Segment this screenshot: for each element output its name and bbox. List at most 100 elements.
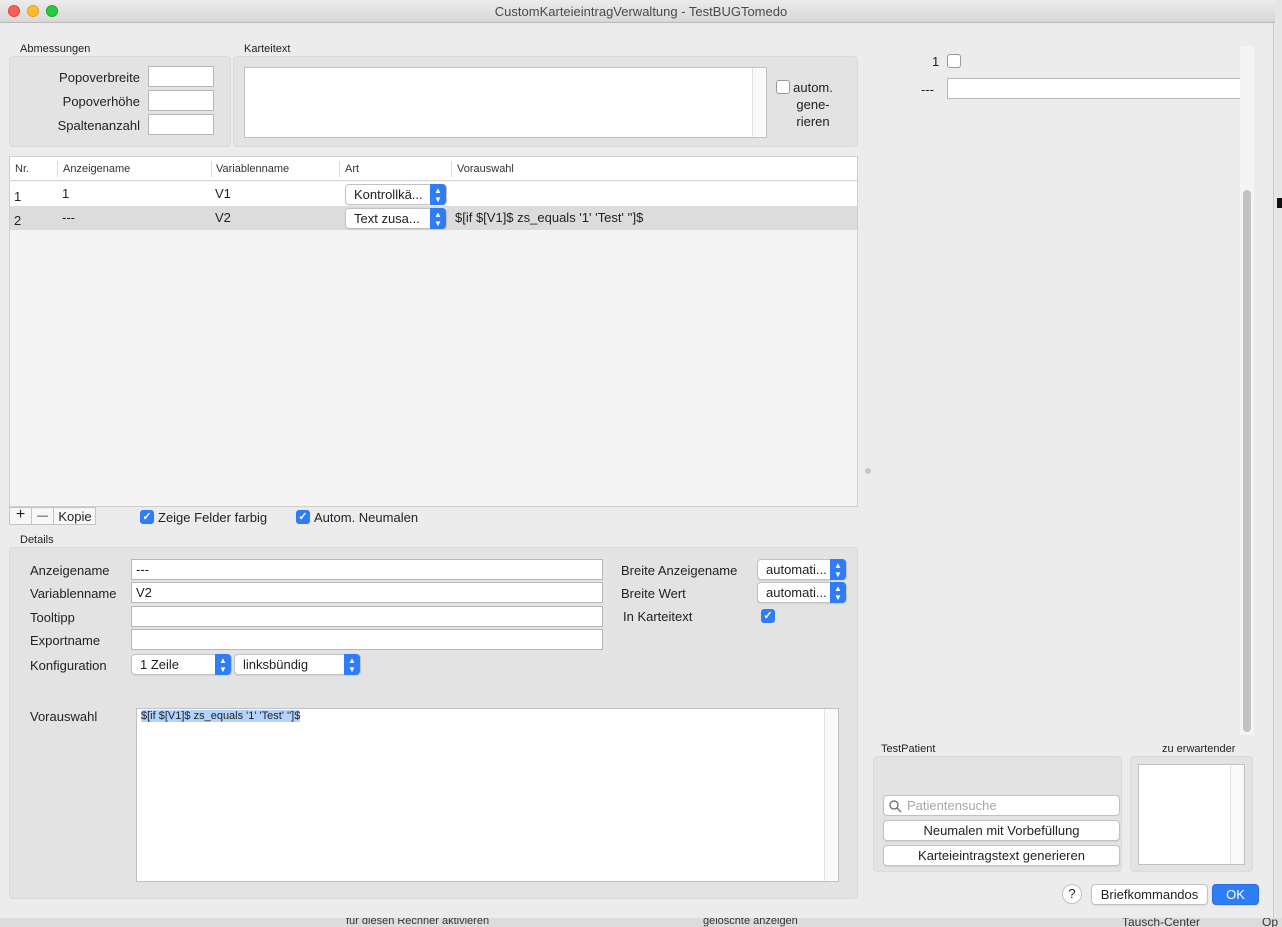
exportname-label: Exportname — [30, 633, 101, 648]
background-window-item: Tausch-Center — [1122, 918, 1201, 927]
popoverhoehe-field[interactable] — [148, 90, 214, 111]
column-header-anzeigename[interactable]: Anzeigename — [63, 163, 130, 175]
row-nr: 2 — [14, 213, 22, 228]
karteieintragstext-generieren-button[interactable]: Karteieintragstext generieren — [883, 845, 1120, 866]
zu-erwartender-section-label: zu erwartender — [1162, 743, 1236, 755]
split-view-handle[interactable] — [865, 468, 871, 474]
patient-search-placeholder: Patientensuche — [907, 798, 997, 813]
anzeigename-field[interactable]: --- — [131, 559, 603, 580]
karteitext-box: autom. gene- rieren — [233, 56, 858, 147]
preview-row1-checkbox[interactable] — [947, 54, 961, 68]
remove-row-button[interactable]: — — [32, 508, 53, 524]
variablenname-field[interactable]: V2 — [131, 582, 603, 603]
briefkommandos-button[interactable]: Briefkommandos — [1091, 884, 1208, 905]
chevron-updown-icon: ▲ ▼ — [215, 654, 231, 675]
zu-erwartender-box — [1130, 756, 1253, 872]
title-bar: CustomKarteieintragVerwaltung - TestBUGT… — [0, 0, 1282, 23]
preview-row2-field[interactable] — [947, 78, 1254, 99]
details-box: Anzeigename --- Variablenname V2 Tooltip… — [9, 547, 858, 899]
vorauswahl-scrollbar[interactable] — [824, 709, 838, 881]
autom-generieren-label: autom. gene- rieren — [793, 79, 833, 130]
chevron-updown-icon: ▲ ▼ — [344, 654, 360, 675]
column-divider — [57, 161, 58, 177]
background-window-mark — [1277, 198, 1282, 208]
zu-erwartender-textarea[interactable] — [1138, 764, 1245, 865]
add-row-button[interactable]: + — [10, 506, 31, 524]
tooltipp-label: Tooltipp — [30, 610, 75, 625]
table-row[interactable]: 1 1 V1 Kontrollkä... ▲ ▼ — [10, 182, 857, 206]
breite-anzeigename-select[interactable]: automati... ▲ ▼ — [757, 559, 847, 580]
autom-label-line: rieren — [796, 114, 830, 129]
chevron-updown-icon: ▲ ▼ — [430, 184, 446, 205]
autom-label-line: gene- — [796, 97, 830, 112]
window-title: CustomKarteieintragVerwaltung - TestBUGT… — [494, 4, 788, 19]
column-divider — [339, 161, 340, 177]
tooltipp-field[interactable] — [131, 606, 603, 627]
help-button[interactable]: ? — [1062, 884, 1082, 904]
konfiguration-ausrichtung-select[interactable]: linksbündig ▲ ▼ — [234, 654, 361, 675]
chevron-updown-icon: ▲ ▼ — [830, 559, 846, 580]
row-variablenname: V2 — [215, 210, 231, 225]
vorauswahl-label: Vorauswahl — [30, 709, 98, 724]
zeige-felder-farbig-label: Zeige Felder farbig — [158, 510, 268, 525]
zeige-felder-farbig-checkbox[interactable]: ✓ — [140, 510, 154, 524]
row-anzeigename: 1 — [62, 186, 70, 201]
neumalen-mit-vorbefuellung-button[interactable]: Neumalen mit Vorbefüllung — [883, 820, 1120, 841]
autom-neumalen-checkbox[interactable]: ✓ — [296, 510, 310, 524]
variablenname-value: V2 — [136, 585, 152, 600]
popoverhoehe-label: Popoverhöhe — [62, 94, 140, 109]
breite-anzeigename-label: Breite Anzeigename — [621, 563, 738, 578]
in-karteitext-checkbox[interactable]: ✓ — [761, 609, 775, 623]
karteitext-textarea[interactable] — [244, 67, 767, 138]
row-art-select[interactable]: Text zusa... ▲ ▼ — [345, 208, 447, 229]
konfiguration-zeilen-select[interactable]: 1 Zeile ▲ ▼ — [131, 654, 232, 675]
table-header: Nr. Anzeigename Variablenname Art Voraus… — [10, 157, 857, 181]
background-window-edge — [1275, 0, 1282, 918]
background-window: für diesen Rechner aktivieren gelöschte … — [0, 918, 1282, 927]
copy-row-button[interactable]: Kopie — [54, 509, 96, 524]
abmessungen-box: Popoverbreite Popoverhöhe Spaltenanzahl — [9, 56, 231, 147]
breite-wert-value: automati... — [766, 585, 827, 600]
patient-search-field[interactable]: Patientensuche — [883, 795, 1120, 816]
popoverbreite-label: Popoverbreite — [59, 70, 140, 85]
zu-erwartender-scrollbar[interactable] — [1230, 765, 1244, 864]
row-variablenname: V1 — [215, 186, 231, 201]
karteitext-section-label: Karteitext — [244, 43, 291, 55]
breite-wert-label: Breite Wert — [621, 586, 686, 601]
spaltenanzahl-field[interactable] — [148, 114, 214, 135]
row-art-value: Kontrollkä... — [354, 187, 423, 202]
autom-label-line: autom. — [793, 80, 833, 95]
row-art-select[interactable]: Kontrollkä... ▲ ▼ — [345, 184, 447, 205]
spaltenanzahl-label: Spaltenanzahl — [57, 118, 140, 133]
row-art-value: Text zusa... — [354, 211, 420, 226]
chevron-updown-icon: ▲ ▼ — [430, 208, 446, 229]
autom-neumalen-label: Autom. Neumalen — [314, 510, 419, 525]
preview-scrollbar-thumb[interactable] — [1243, 190, 1251, 732]
column-header-art[interactable]: Art — [345, 163, 359, 175]
exportname-field[interactable] — [131, 629, 603, 650]
autom-generieren-checkbox[interactable] — [776, 80, 790, 94]
main-window: CustomKarteieintragVerwaltung - TestBUGT… — [0, 0, 1282, 918]
row-nr: 1 — [14, 189, 22, 204]
anzeigename-value: --- — [136, 562, 149, 577]
vorauswahl-textarea[interactable]: $[if $[V1]$ zs_equals '1' 'Test' '']$ — [136, 708, 839, 882]
popoverbreite-field[interactable] — [148, 66, 214, 87]
column-header-vorauswahl[interactable]: Vorauswahl — [457, 163, 514, 175]
column-divider — [451, 161, 452, 177]
breite-wert-select[interactable]: automati... ▲ ▼ — [757, 582, 847, 603]
background-window-item: Op — [1262, 918, 1279, 927]
preview-row2-label: --- — [921, 82, 934, 97]
column-header-nr[interactable]: Nr. — [15, 163, 29, 175]
table-row[interactable]: 2 --- V2 Text zusa... ▲ ▼ $[if $[V1]$ zs_… — [10, 206, 857, 230]
background-window-item: für diesen Rechner aktivieren — [346, 918, 490, 927]
vorauswahl-selected-text: $[if $[V1]$ zs_equals '1' 'Test' '']$ — [141, 710, 301, 722]
karteitext-scrollbar[interactable] — [752, 68, 766, 137]
testpatient-section-label: TestPatient — [881, 743, 936, 755]
konfiguration-label: Konfiguration — [30, 658, 107, 673]
abmessungen-section-label: Abmessungen — [20, 43, 91, 55]
search-icon — [889, 800, 902, 813]
column-header-variablenname[interactable]: Variablenname — [216, 163, 289, 175]
ok-button[interactable]: OK — [1212, 884, 1259, 905]
chevron-updown-icon: ▲ ▼ — [830, 582, 846, 603]
variablenname-label: Variablenname — [30, 586, 117, 601]
